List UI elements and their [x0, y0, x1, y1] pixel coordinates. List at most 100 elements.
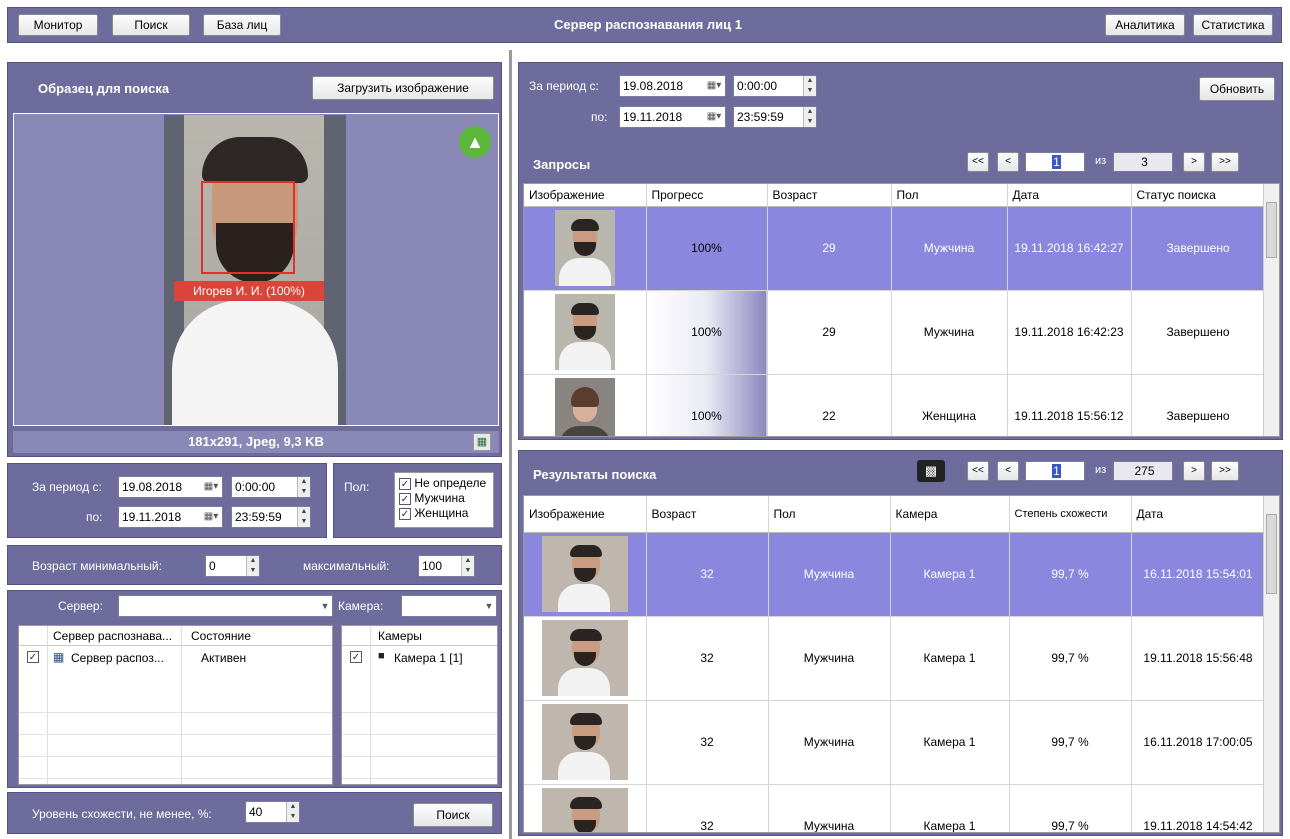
- queries-col-age[interactable]: Возраст: [767, 184, 892, 207]
- pager-prev-button[interactable]: <: [997, 461, 1019, 481]
- pager-next-button[interactable]: >: [1183, 461, 1205, 481]
- result-similarity: 99,7 %: [1009, 784, 1132, 832]
- queries-row[interactable]: 100% 29 Мужчина 19.11.2018 16:42:27 Заве…: [524, 206, 1266, 291]
- statistics-button[interactable]: Статистика: [1193, 14, 1273, 36]
- similarity-value: 40: [249, 805, 263, 819]
- queries-col-image[interactable]: Изображение: [524, 184, 647, 207]
- results-col-camera[interactable]: Камера: [890, 496, 1010, 533]
- results-row[interactable]: 32 Мужчина Камера 1 99,7 % 19.11.2018 14…: [524, 784, 1266, 832]
- results-col-image[interactable]: Изображение: [524, 496, 647, 533]
- server-select[interactable]: ▼: [118, 595, 333, 617]
- queries-col-date[interactable]: Дата: [1007, 184, 1132, 207]
- filter-date-from[interactable]: 19.08.2018 ▦▾: [118, 476, 223, 498]
- spinner-icon[interactable]: ▲ ▼: [246, 556, 259, 576]
- pager-prev-button[interactable]: <: [997, 152, 1019, 172]
- queries-date-to[interactable]: 19.11.2018 ▦▾: [619, 106, 726, 128]
- results-scrollbar[interactable]: [1263, 496, 1279, 832]
- camera-select[interactable]: ▼: [401, 595, 497, 617]
- chevron-down-icon: ▼: [484, 601, 494, 611]
- results-header-row: Изображение Возраст Пол Камера Степень с…: [524, 496, 1266, 533]
- queries-col-progress[interactable]: Прогресс: [646, 184, 768, 207]
- age-max-input[interactable]: 100 ▲ ▼: [418, 555, 475, 577]
- query-status: Завершено: [1131, 290, 1266, 375]
- checkbox-icon[interactable]: ✓: [399, 507, 411, 520]
- queries-time-to[interactable]: 23:59:59 ▲ ▼: [733, 106, 817, 128]
- filter-date-to[interactable]: 19.11.2018 ▦▾: [118, 506, 223, 528]
- spinner-icon[interactable]: ▲ ▼: [286, 802, 299, 822]
- calendar-icon[interactable]: ▦▾: [200, 507, 222, 527]
- calendar-icon[interactable]: ▦▾: [200, 477, 222, 497]
- print-icon[interactable]: ▩: [917, 460, 945, 482]
- queries-col-status[interactable]: Статус поиска: [1131, 184, 1266, 207]
- results-col-age[interactable]: Возраст: [646, 496, 769, 533]
- queries-date-from-value: 19.08.2018: [623, 79, 684, 93]
- queries-title: Запросы: [533, 157, 591, 172]
- gender-option-label: Не определе: [414, 476, 487, 490]
- queries-col-gender[interactable]: Пол: [891, 184, 1008, 207]
- results-row[interactable]: 32 Мужчина Камера 1 99,7 % 19.11.2018 15…: [524, 616, 1266, 701]
- query-progress: 100%: [646, 374, 768, 436]
- camera-row[interactable]: ✓ ■ Камера 1 [1]: [342, 648, 497, 668]
- results-row[interactable]: 32 Мужчина Камера 1 99,7 % 16.11.2018 17…: [524, 700, 1266, 785]
- pager-next-button[interactable]: >: [1183, 152, 1205, 172]
- queries-date-from[interactable]: 19.08.2018 ▦▾: [619, 75, 726, 97]
- splitter[interactable]: [509, 50, 512, 839]
- checkbox-icon[interactable]: ✓: [399, 477, 411, 490]
- query-progress: 100%: [646, 290, 768, 375]
- camera-table: Камеры ✓ ■ Камера 1 [1]: [341, 625, 498, 785]
- filter-time-from-value: 0:00:00: [235, 480, 276, 494]
- pager-page-input[interactable]: 1: [1025, 461, 1085, 481]
- similarity-input[interactable]: 40 ▲ ▼: [245, 801, 300, 823]
- results-col-gender[interactable]: Пол: [768, 496, 891, 533]
- pager-first-button[interactable]: <<: [967, 461, 989, 481]
- age-min-input[interactable]: 0 ▲ ▼: [205, 555, 260, 577]
- spinner-icon[interactable]: ▲ ▼: [297, 507, 310, 527]
- queries-header-row: Изображение Прогресс Возраст Пол Дата Ст…: [524, 184, 1266, 207]
- results-panel: Результаты поиска ▩ << < 1 из 275 > >> И…: [518, 450, 1283, 836]
- checkbox-icon[interactable]: ✓: [350, 651, 362, 663]
- refresh-button[interactable]: Обновить: [1199, 77, 1275, 101]
- queries-scrollbar[interactable]: [1263, 184, 1279, 436]
- gender-panel: Пол: ✓ Не определе ✓ Мужчина ✓ Женщина: [333, 463, 502, 538]
- gender-option-undefined[interactable]: ✓ Не определе: [399, 476, 493, 491]
- checkbox-icon[interactable]: ✓: [27, 651, 39, 663]
- calendar-icon[interactable]: ▦▾: [703, 76, 725, 96]
- save-image-icon[interactable]: ▦: [473, 433, 491, 451]
- queries-time-from[interactable]: 0:00:00 ▲ ▼: [733, 75, 817, 97]
- results-col-similarity[interactable]: Степень схожести: [1009, 496, 1132, 533]
- pager-page-input[interactable]: 1: [1025, 152, 1085, 172]
- query-status: Завершено: [1131, 206, 1266, 291]
- results-row[interactable]: 32 Мужчина Камера 1 99,7 % 16.11.2018 15…: [524, 532, 1266, 617]
- query-age: 22: [767, 374, 892, 436]
- face-base-button[interactable]: База лиц: [203, 14, 281, 36]
- result-age: 32: [646, 616, 769, 701]
- search-button[interactable]: Поиск: [413, 803, 493, 827]
- queries-row[interactable]: 100% 22 Женщина 19.11.2018 15:56:12 Заве…: [524, 374, 1266, 436]
- filter-time-from[interactable]: 0:00:00 ▲ ▼: [231, 476, 311, 498]
- pager-last-button[interactable]: >>: [1211, 152, 1239, 172]
- pager-first-button[interactable]: <<: [967, 152, 989, 172]
- spinner-icon[interactable]: ▲ ▼: [803, 76, 816, 96]
- spinner-icon[interactable]: ▲ ▼: [461, 556, 474, 576]
- result-camera: Камера 1: [890, 532, 1010, 617]
- analytics-button[interactable]: Аналитика: [1105, 14, 1185, 36]
- gender-option-male[interactable]: ✓ Мужчина: [399, 491, 493, 506]
- search-tab-button[interactable]: Поиск: [112, 14, 190, 36]
- server-row[interactable]: ✓ ▦ Сервер распоз... Активен: [19, 648, 332, 668]
- queries-period-from-label: За период с:: [529, 79, 599, 93]
- load-image-button[interactable]: Загрузить изображение: [312, 76, 494, 100]
- queries-date-to-value: 19.11.2018: [623, 110, 683, 124]
- monitor-button[interactable]: Монитор: [18, 14, 98, 36]
- gender-option-female[interactable]: ✓ Женщина: [399, 506, 493, 521]
- chevron-down-icon: ▼: [320, 601, 330, 611]
- filter-time-to-value: 23:59:59: [235, 510, 282, 524]
- pager-of-label: из: [1095, 155, 1107, 167]
- pager-last-button[interactable]: >>: [1211, 461, 1239, 481]
- results-col-date[interactable]: Дата: [1131, 496, 1266, 533]
- spinner-icon[interactable]: ▲ ▼: [297, 477, 310, 497]
- calendar-icon[interactable]: ▦▾: [703, 107, 725, 127]
- queries-row[interactable]: 100% 29 Мужчина 19.11.2018 16:42:23 Заве…: [524, 290, 1266, 375]
- spinner-icon[interactable]: ▲ ▼: [803, 107, 816, 127]
- checkbox-icon[interactable]: ✓: [399, 492, 411, 505]
- filter-time-to[interactable]: 23:59:59 ▲ ▼: [231, 506, 311, 528]
